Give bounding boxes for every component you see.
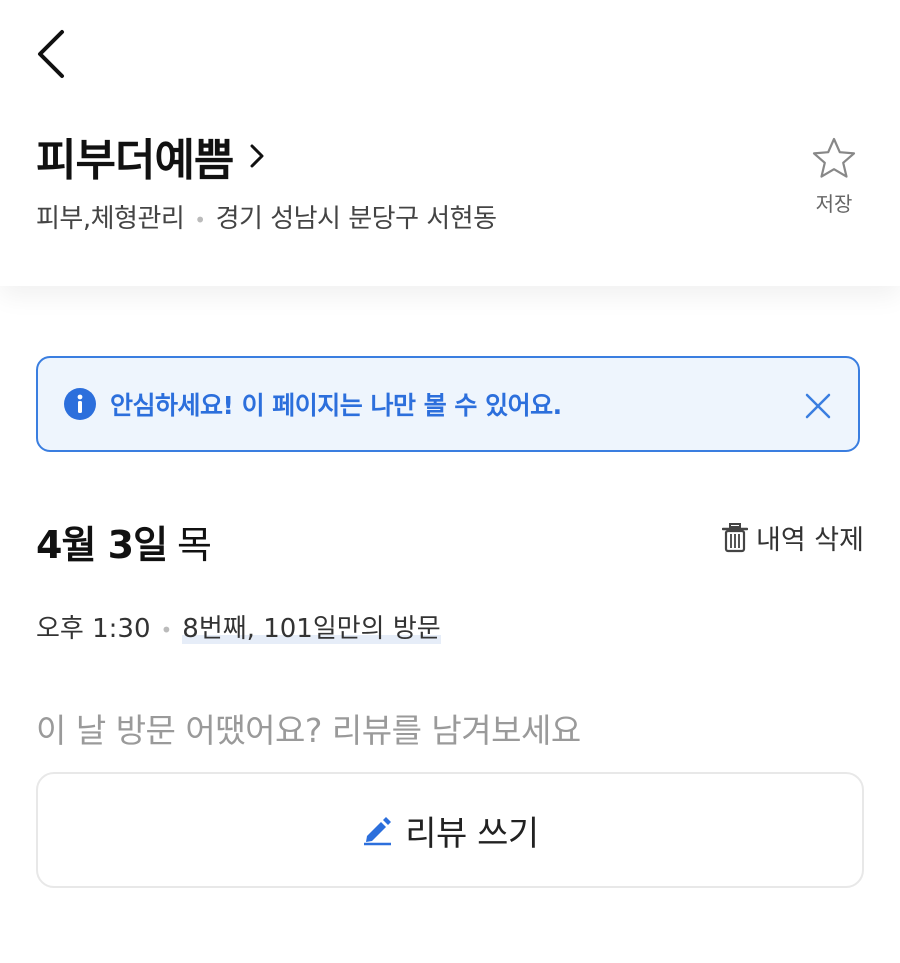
place-header: 피부더예쁨 피부,체형관리 • 경기 성남시 분당구 서현동 저장 <box>0 0 900 286</box>
separator-dot: • <box>194 208 206 232</box>
review-prompt: 이 날 방문 어땠어요? 리뷰를 남겨보세요 <box>36 711 581 750</box>
visit-count: 8번째, 101일만의 방문 <box>182 614 441 644</box>
close-icon <box>805 393 831 419</box>
delete-history-label: 내역 삭제 <box>756 525 864 556</box>
save-label: 저장 <box>815 192 853 216</box>
chevron-right-icon <box>250 144 264 168</box>
write-review-button[interactable]: 리뷰 쓰기 <box>36 772 864 888</box>
place-location: 경기 성남시 분당구 서현동 <box>215 204 497 234</box>
save-button[interactable]: 저장 <box>808 136 860 217</box>
delete-history-button[interactable]: 내역 삭제 <box>722 518 864 557</box>
visit-time: 오후 1:30 <box>36 614 151 644</box>
trash-icon <box>722 522 749 552</box>
visit-date-text: 4월 3일 <box>36 523 168 567</box>
privacy-notice: 안심하세요! 이 페이지는 나만 볼 수 있어요. <box>36 356 860 452</box>
back-button[interactable] <box>30 26 74 82</box>
visit-content: 안심하세요! 이 페이지는 나만 볼 수 있어요. 4월 3일 목 내역 삭제 오… <box>0 286 900 963</box>
visit-day-of-week: 목 <box>177 523 212 567</box>
notice-text: 안심하세요! 이 페이지는 나만 볼 수 있어요. <box>110 391 562 420</box>
place-title-link[interactable]: 피부더예쁨 <box>36 124 267 188</box>
separator-dot: • <box>160 618 173 642</box>
place-subinfo: 피부,체형관리 • 경기 성남시 분당구 서현동 <box>36 198 497 235</box>
pencil-icon <box>364 817 392 846</box>
visit-date: 4월 3일 목 <box>36 514 212 569</box>
visit-details: 오후 1:30 • 8번째, 101일만의 방문 <box>36 608 441 645</box>
place-category: 피부,체형관리 <box>36 204 185 234</box>
write-review-label: 리뷰 쓰기 <box>405 813 539 854</box>
chevron-left-icon <box>38 30 64 78</box>
close-notice-button[interactable] <box>804 392 832 420</box>
info-circle-icon <box>64 388 96 420</box>
star-outline-icon <box>812 137 856 178</box>
place-name: 피부더예쁨 <box>36 135 234 186</box>
